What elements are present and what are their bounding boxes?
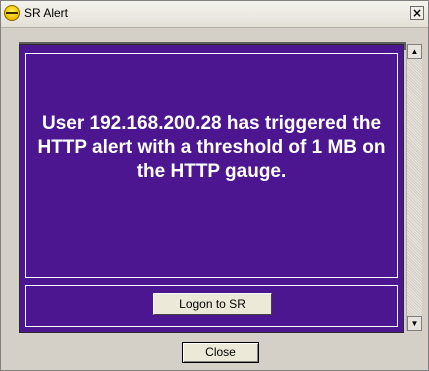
- close-button[interactable]: Close: [182, 342, 259, 363]
- scroll-down-arrow-icon[interactable]: ▼: [407, 316, 422, 331]
- logon-to-sr-button[interactable]: Logon to SR: [153, 293, 272, 315]
- title-bar[interactable]: SR Alert ×: [1, 1, 428, 28]
- alert-button-panel: Logon to SR: [25, 285, 398, 327]
- window-close-button[interactable]: ×: [410, 6, 424, 20]
- alert-content: User 192.168.200.28 has triggered the HT…: [19, 44, 404, 333]
- alert-message-panel: User 192.168.200.28 has triggered the HT…: [25, 53, 398, 278]
- vertical-scrollbar[interactable]: ▲ ▼: [406, 44, 422, 331]
- window-title: SR Alert: [24, 6, 69, 20]
- scroll-up-arrow-icon[interactable]: ▲: [407, 44, 422, 59]
- alert-message: User 192.168.200.28 has triggered the HT…: [37, 113, 386, 182]
- alert-window: SR Alert × User 192.168.200.28 has trigg…: [0, 0, 429, 371]
- sr-logo-icon: [4, 5, 20, 21]
